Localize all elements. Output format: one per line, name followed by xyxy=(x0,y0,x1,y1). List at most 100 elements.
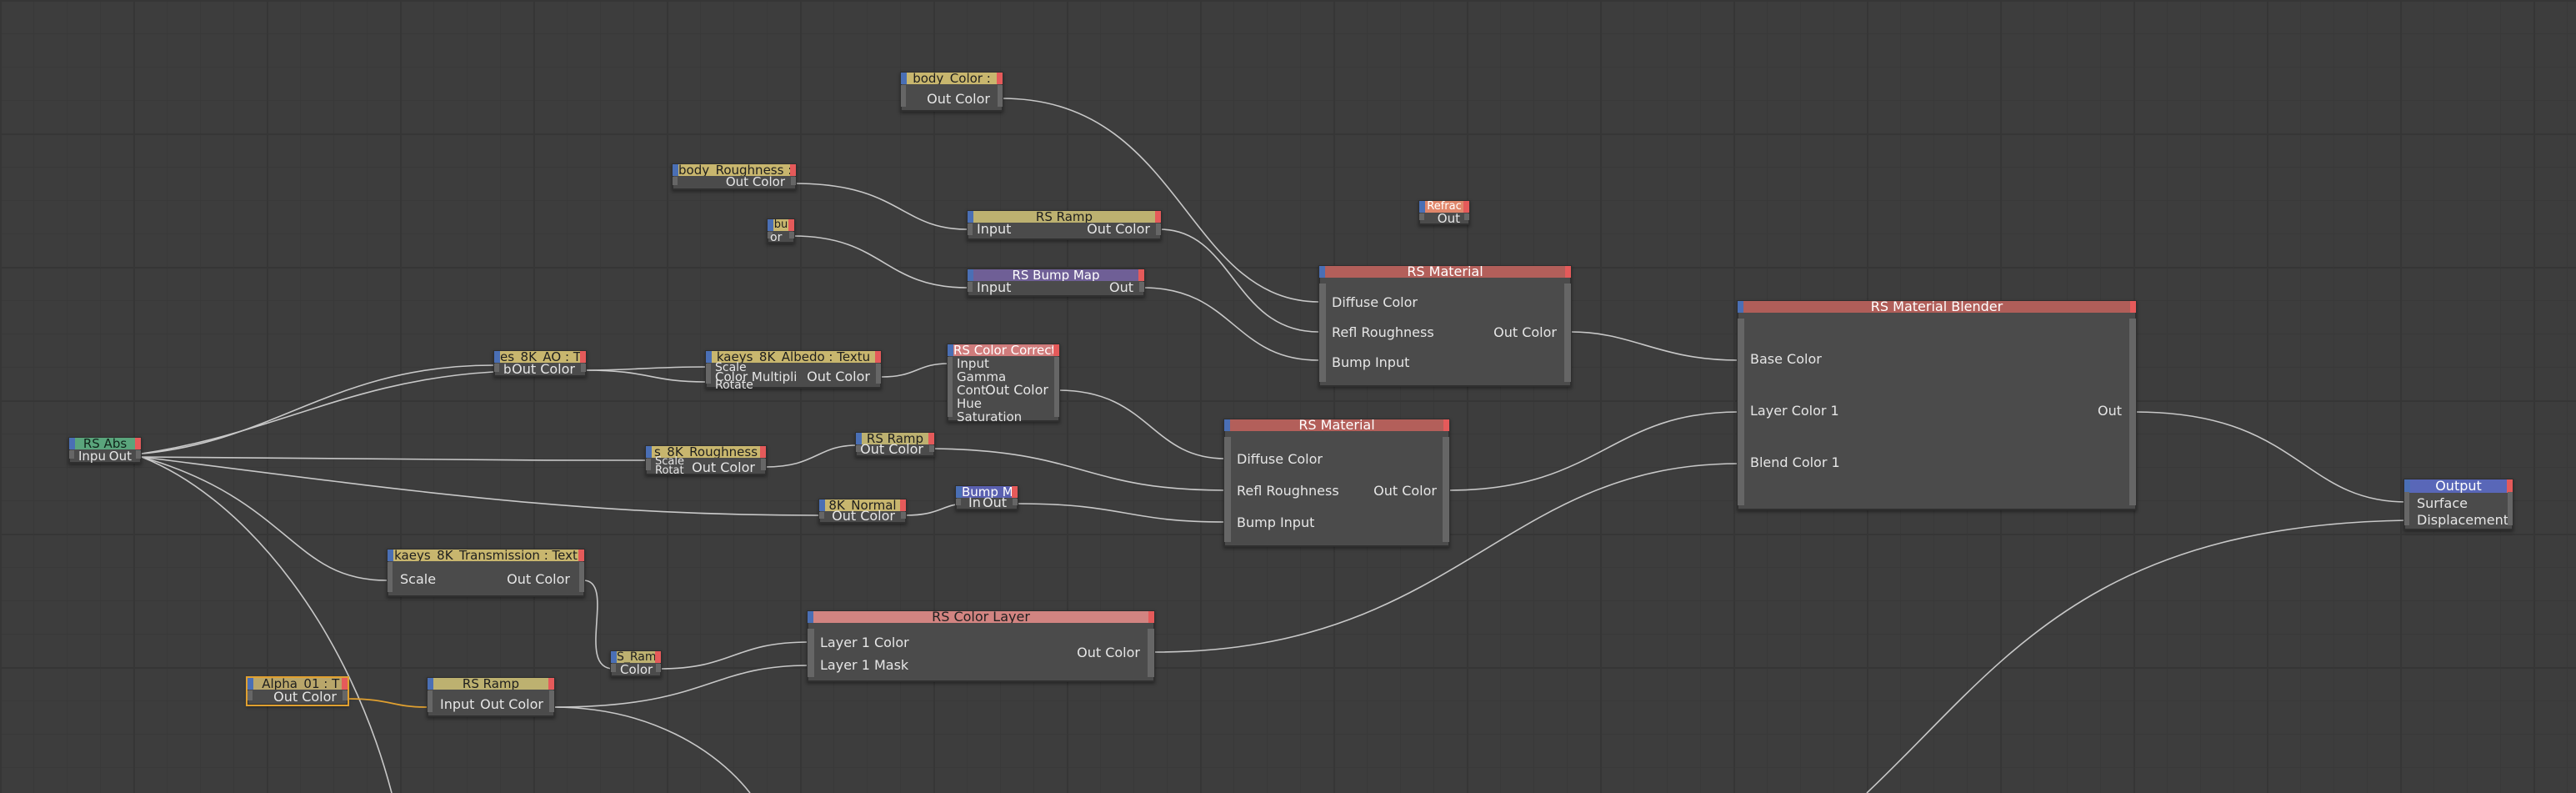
node-material-blender[interactable]: RS Material Blender Base Color Layer Col… xyxy=(1737,300,2137,510)
wire-ramp-mat2 xyxy=(933,448,1226,491)
port-blender-blend[interactable]: Blend Color 1 xyxy=(1750,455,1840,470)
node-color-layer[interactable]: RS Color Layer Layer 1 Color Layer 1 Mas… xyxy=(807,610,1155,682)
port-cc-hue[interactable]: Hue xyxy=(957,398,982,410)
port-material-2-bump[interactable]: Bump Input xyxy=(1237,515,1314,530)
wire-mat2-blender xyxy=(1448,411,1739,491)
port-abs-out[interactable]: Out xyxy=(109,450,132,463)
port-ramp-top-in[interactable]: Input xyxy=(977,223,1011,236)
wire-rough-ramp xyxy=(764,444,858,468)
port-bu-out[interactable]: or xyxy=(770,232,782,243)
port-output-displacement[interactable]: Displacement xyxy=(2417,514,2508,527)
node-abs[interactable]: RS Abs Inpu Out xyxy=(68,437,142,464)
port-color-layer-1-color[interactable]: Layer 1 Color xyxy=(820,635,909,650)
node-ramp-bottom-title: RS Ramp xyxy=(428,678,554,690)
port-blender-out[interactable]: Out xyxy=(2098,404,2122,419)
port-albedo-rotate[interactable]: Rotate xyxy=(715,379,753,391)
node-ramp-mid[interactable]: RS Ramp Out Color xyxy=(855,432,935,457)
port-bump-map-out[interactable]: Out xyxy=(1109,281,1133,294)
wire-blender-output xyxy=(2134,411,2408,503)
port-abs-in[interactable]: Inpu xyxy=(78,450,106,463)
node-ramp-small[interactable]: S_Ram Color xyxy=(610,650,662,677)
port-ramp-top-out[interactable]: Out Color xyxy=(1087,223,1150,236)
wire-abs-transmission xyxy=(141,456,388,581)
port-material-2-out[interactable]: Out Color xyxy=(1373,484,1437,499)
port-material-2-diffuse[interactable]: Diffuse Color xyxy=(1237,452,1323,467)
wire-bu xyxy=(793,235,968,289)
node-ramp-top[interactable]: RS Ramp Input Out Color xyxy=(967,210,1162,240)
port-roughness-8k-out[interactable]: Out Color xyxy=(692,461,755,474)
port-cc-out[interactable]: Out Color xyxy=(985,384,1048,397)
node-color-correct-title: RS Color Correct xyxy=(948,344,1059,356)
port-cc-input[interactable]: Input xyxy=(957,358,989,370)
node-material-2[interactable]: RS Material Diffuse Color Refl Roughness… xyxy=(1223,419,1450,547)
node-material-1-title: RS Material xyxy=(1319,266,1571,278)
node-transmission-title: kaeys_8K_Transmission : Text xyxy=(388,550,584,561)
port-roughness-8k-rotate[interactable]: Rotat xyxy=(655,465,684,477)
port-ramp-mid-out[interactable]: Out Color xyxy=(860,443,923,456)
port-cc-gamma[interactable]: Gamma xyxy=(957,371,1006,384)
port-bump-small-in[interactable]: In xyxy=(968,496,981,509)
port-refrac-out[interactable]: Out xyxy=(1438,213,1460,225)
port-normal-8k-out[interactable]: Out Color xyxy=(832,509,895,523)
node-alpha[interactable]: _Alpha_01 : T Out Color xyxy=(246,676,349,706)
node-roughness-8k[interactable]: s_8K_Roughness Scale Rotat Out Color xyxy=(645,445,767,477)
port-body-color-out[interactable]: Out Color xyxy=(927,93,990,106)
wire-bump-map xyxy=(1143,287,1319,361)
port-transmission-out[interactable]: Out Color xyxy=(507,573,570,586)
node-abs-title: RS Abs xyxy=(69,438,141,449)
port-ao-out[interactable]: Out Color xyxy=(512,363,575,376)
wire-albedo-cc xyxy=(881,363,949,378)
port-ramp-bottom-in[interactable]: Input xyxy=(440,698,474,711)
wire-ramp-bottom-down xyxy=(553,706,751,793)
node-output[interactable]: Output Surface Displacement xyxy=(2403,479,2513,530)
node-ao[interactable]: es_8K_AO : T b Out Color xyxy=(493,350,587,377)
port-alpha-out[interactable]: Out Color xyxy=(273,690,337,704)
node-bump-small[interactable]: Bump M In Out xyxy=(955,485,1018,510)
port-transmission-scale[interactable]: Scale xyxy=(400,573,436,586)
node-alpha-title: _Alpha_01 : T xyxy=(248,678,348,690)
port-material-1-roughness[interactable]: Refl Roughness xyxy=(1332,325,1434,340)
port-cc-saturation[interactable]: Saturation xyxy=(957,411,1022,424)
port-ao-b[interactable]: b xyxy=(503,364,512,376)
port-material-1-out[interactable]: Out Color xyxy=(1493,325,1557,340)
wire-alpha-selected xyxy=(346,698,428,708)
port-color-layer-out[interactable]: Out Color xyxy=(1077,645,1140,660)
node-normal-8k[interactable]: 8K_Normal Out Color xyxy=(818,499,907,524)
node-material-1[interactable]: RS Material Diffuse Color Refl Roughness… xyxy=(1318,265,1572,387)
wire-ramp-small-layer xyxy=(659,641,809,670)
wire-cc-mat2 xyxy=(1058,389,1226,459)
node-body-roughness[interactable]: body_Roughness : Out Color xyxy=(672,163,797,190)
port-ramp-small-color[interactable]: Color xyxy=(620,664,653,676)
port-albedo-out[interactable]: Out Color xyxy=(807,370,870,384)
wire-abs-ao2 xyxy=(141,371,494,454)
port-body-roughness-out[interactable]: Out Color xyxy=(726,176,785,188)
node-body-color[interactable]: body_Color : Out Color xyxy=(900,72,1003,112)
port-material-1-bump[interactable]: Bump Input xyxy=(1332,355,1409,370)
node-color-correct[interactable]: RS Color Correct Input Gamma Cont Hue Sa… xyxy=(947,344,1060,424)
port-ramp-bottom-out[interactable]: Out Color xyxy=(480,698,543,711)
port-blender-base[interactable]: Base Color xyxy=(1750,352,1822,367)
wire-body-roughness xyxy=(794,183,968,230)
node-transmission[interactable]: kaeys_8K_Transmission : Text Scale Out C… xyxy=(387,549,585,597)
wire-transmission-ramp xyxy=(583,580,614,670)
node-material-2-title: RS Material xyxy=(1224,419,1449,431)
port-bump-small-out[interactable]: Out xyxy=(983,496,1007,509)
node-bump-map[interactable]: RS Bump Map Input Out xyxy=(967,269,1145,297)
wire-bump-mat2 xyxy=(1018,503,1226,523)
port-material-1-diffuse[interactable]: Diffuse Color xyxy=(1332,295,1418,310)
wire-material1-out xyxy=(1570,331,1739,361)
port-output-surface[interactable]: Surface xyxy=(2417,497,2468,510)
port-color-layer-1-mask[interactable]: Layer 1 Mask xyxy=(820,658,908,673)
node-refrac[interactable]: Refrac Out xyxy=(1418,200,1470,225)
node-ramp-bottom[interactable]: RS Ramp Input Out Color xyxy=(427,677,555,717)
node-color-layer-title: RS Color Layer xyxy=(808,611,1154,623)
port-material-2-roughness[interactable]: Refl Roughness xyxy=(1237,484,1339,499)
port-cc-contrast[interactable]: Cont xyxy=(957,384,986,397)
wire-ao-albedo2 xyxy=(584,369,706,383)
node-bu[interactable]: bu or xyxy=(767,218,795,243)
node-albedo[interactable]: kaeys_8K_Albedo : Textu Scale Color Mult… xyxy=(705,350,882,391)
port-bump-map-in[interactable]: Input xyxy=(977,281,1011,294)
port-blender-layer[interactable]: Layer Color 1 xyxy=(1750,404,1839,419)
wire-ao-albedo1 xyxy=(584,366,706,371)
wire-abs-down xyxy=(141,456,393,793)
